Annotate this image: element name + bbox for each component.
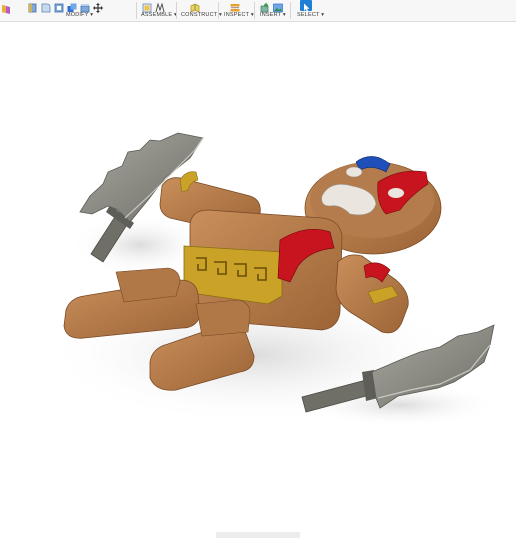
insert-derive-icon[interactable]	[260, 0, 270, 13]
combine-icon[interactable]	[67, 0, 77, 12]
app-logo-group	[2, 0, 10, 21]
measure-icon[interactable]	[230, 0, 240, 12]
joint-icon[interactable]	[155, 0, 165, 13]
3d-viewport[interactable]	[0, 22, 516, 538]
insert-group: INSERT ▾	[258, 0, 288, 21]
app-logo-icon[interactable]	[2, 1, 10, 14]
toolbar-divider	[254, 2, 255, 19]
navigation-bar[interactable]	[216, 532, 300, 538]
right-leg-segment	[195, 299, 251, 337]
left-leg-segment	[115, 267, 181, 303]
select-menu[interactable]: SELECT ▾	[297, 12, 324, 18]
move-icon[interactable]	[93, 0, 103, 13]
inspect-group: INSPECT ▾	[222, 0, 254, 21]
head-white-dot	[388, 188, 404, 198]
select-group: SELECT ▾	[294, 0, 324, 21]
insert-menu[interactable]: INSERT ▾	[260, 12, 286, 18]
fillet-icon[interactable]	[41, 0, 51, 13]
assemble-menu[interactable]: ASSEMBLE ▾	[141, 12, 177, 18]
toolbar-divider	[176, 2, 177, 19]
toolbar-divider	[290, 2, 291, 19]
inspect-menu[interactable]: INSPECT ▾	[224, 12, 254, 18]
scale-icon[interactable]	[80, 0, 90, 13]
modify-group: MODIFY ▾	[28, 0, 138, 21]
head-white-oval	[345, 166, 363, 178]
model-canvas	[45, 132, 500, 427]
construct-group: CONSTRUCT ▾	[180, 0, 222, 21]
modify-menu[interactable]: MODIFY ▾	[66, 12, 93, 18]
toolbar: MODIFY ▾ ASSEMBLE ▾ CONSTRUCT ▾ INSPECT …	[0, 0, 516, 22]
new-component-icon[interactable]	[142, 0, 152, 13]
insert-image-icon[interactable]	[273, 0, 283, 13]
offset-plane-icon[interactable]	[190, 0, 200, 13]
assemble-group: ASSEMBLE ▾	[140, 0, 177, 21]
toolbar-divider	[218, 2, 219, 19]
select-arrow-icon[interactable]	[300, 0, 312, 12]
toolbar-divider	[136, 2, 137, 19]
press-pull-icon[interactable]	[28, 0, 38, 13]
shell-icon[interactable]	[54, 0, 64, 13]
construct-menu[interactable]: CONSTRUCT ▾	[181, 12, 222, 18]
